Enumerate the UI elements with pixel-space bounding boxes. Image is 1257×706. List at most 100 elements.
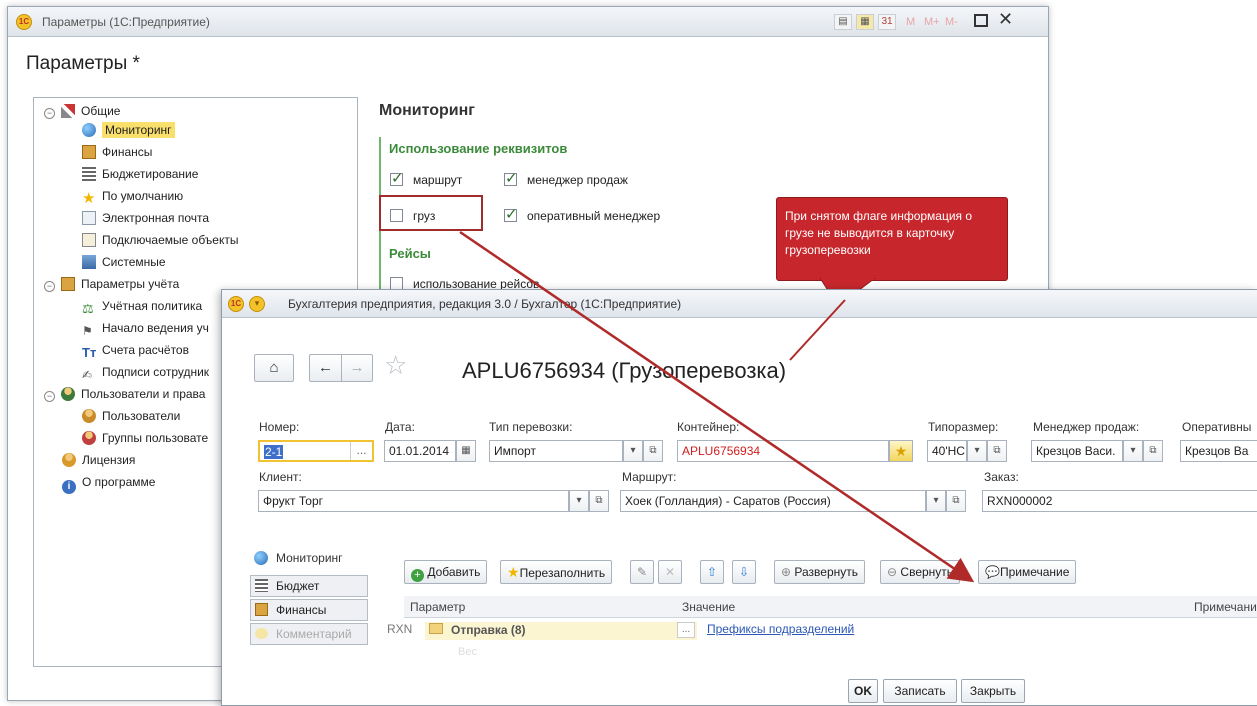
route-checkbox[interactable] [390,169,404,187]
table-row[interactable]: RXN Отправка (8) ... Префиксы подразделе… [387,620,1257,642]
tools-icon [61,104,75,118]
favorite-star-icon[interactable]: ☆ [384,350,407,381]
client-input[interactable]: Фрукт Торг [258,490,569,512]
expand-button[interactable]: ⊕ Развернуть [774,560,866,584]
tree-item-email[interactable]: Электронная почта [82,208,209,228]
open-icon[interactable]: ⧉ [1143,440,1163,462]
tree-item-user-groups[interactable]: Группы пользовате [82,428,208,448]
op-manager-select[interactable]: Крезцов Ва [1180,440,1257,462]
tab-budget[interactable]: Бюджет [250,575,368,597]
chevron-down-icon[interactable]: ▾ [1123,440,1143,462]
tree-item-policy[interactable]: ⚖ Учётная политика [82,296,202,316]
delete-icon[interactable]: ✕ [658,560,682,584]
op-manager-checkbox[interactable] [504,205,518,223]
row-select-button[interactable]: ... [677,622,695,638]
order-input[interactable]: RXN000002 [982,490,1257,512]
edit-icon[interactable]: ✎ [630,560,654,584]
open-icon[interactable]: ⧉ [643,440,663,462]
folder-icon [429,623,443,634]
tree-item-general[interactable]: − Общие [44,101,120,121]
memory-plus-button[interactable]: M+ [924,16,940,28]
row-group-label: Отправка (8) [451,623,526,637]
tree-item-users-rights[interactable]: − Пользователи и права [44,384,205,404]
collapse-icon[interactable]: − [44,108,55,119]
calculator-icon[interactable]: ▦ [856,14,874,30]
order-label: Заказ: [984,470,1019,484]
calendar-icon[interactable]: 31 [878,14,896,30]
expand-icon: ⊕ [781,565,792,579]
route-checkbox-row[interactable]: маршрут [390,169,462,187]
chevron-down-icon[interactable]: ▾ [623,440,643,462]
column-note: Примечание [1194,600,1257,614]
tree-item-signatures[interactable]: ✍ Подписи сотрудник [82,362,209,382]
size-select[interactable]: 40'HC [927,440,967,462]
row-group-cell[interactable]: Отправка (8) ... [425,622,697,640]
finance-icon [82,145,96,159]
forward-button[interactable]: → [341,354,373,382]
move-down-icon[interactable]: ⇩ [732,560,756,584]
move-up-icon[interactable]: ⇧ [700,560,724,584]
note-button[interactable]: 💬Примечание [978,560,1077,584]
refill-button[interactable]: ★Перезаполнить [500,560,613,584]
ok-button[interactable]: OK [848,679,878,703]
tree-item-plugins[interactable]: Подключаемые объекты [82,230,238,250]
transport-type-select[interactable]: Импорт [489,440,623,462]
accounts-icon: Тт [82,345,97,360]
tree-item-defaults[interactable]: ★ По умолчанию [82,186,183,206]
tree-item-accounting[interactable]: − Параметры учёта [44,274,179,294]
tree-item-start[interactable]: ⚑ Начало ведения уч [82,318,209,338]
calendar-icon[interactable]: ▦ [456,440,476,462]
chevron-down-icon[interactable]: ▾ [967,440,987,462]
sales-manager-checkbox-row[interactable]: менеджер продаж [504,169,628,187]
tab-comment[interactable]: Комментарий [250,623,368,645]
home-button[interactable]: ⌂ [254,354,294,382]
open-icon[interactable]: ⧉ [589,490,609,512]
route-input[interactable]: Хоек (Голландия) - Саратов (Россия) [620,490,926,512]
star-icon[interactable]: ★ [889,440,913,462]
menu-dropdown-icon[interactable]: ▾ [249,296,265,312]
group-title-attrs: Использование реквизитов [389,141,568,156]
save-icon[interactable]: ▤ [834,14,852,30]
container-input[interactable]: APLU6756934 [677,440,889,462]
add-button[interactable]: + Добавить [404,560,488,584]
tab-finance[interactable]: Финансы [250,599,368,621]
back-button[interactable]: ← [309,354,341,382]
op-manager-checkbox-row[interactable]: оперативный менеджер [504,205,660,223]
open-icon[interactable]: ⧉ [987,440,1007,462]
memory-minus-button[interactable]: M- [945,16,958,28]
chevron-down-icon[interactable]: ▾ [569,490,589,512]
open-icon[interactable]: ⧉ [946,490,966,512]
group-title-trips: Рейсы [389,246,431,261]
tree-item-accounts[interactable]: Тт Счета расчётов [82,340,189,360]
comment-icon [255,628,268,639]
collapse-button[interactable]: ⊖ Свернуть [880,560,961,584]
globe-icon [82,123,96,137]
params-heading: Параметры * [26,53,140,74]
tree-item-budget[interactable]: Бюджетирование [82,164,198,184]
tree-item-about[interactable]: iО программе [62,472,155,494]
collapse-icon[interactable]: − [44,391,55,402]
collapse-icon[interactable]: − [44,281,55,292]
cargo-highlight-frame [379,195,483,231]
row-value-link[interactable]: Префиксы подразделений [707,622,854,636]
size-label: Типоразмер: [928,420,999,434]
tree-item-users[interactable]: Пользователи [82,406,180,426]
date-input[interactable]: 01.01.2014 [384,440,456,462]
user-icon [82,409,96,423]
number-select-button[interactable]: ... [350,442,372,460]
chevron-down-icon[interactable]: ▾ [926,490,946,512]
tree-item-monitoring[interactable]: Мониторинг [82,120,175,140]
memory-m-button[interactable]: M [906,16,915,28]
close-icon[interactable]: ✕ [998,9,1013,30]
sales-manager-select[interactable]: Крезцов Васи. [1031,440,1123,462]
tab-monitoring[interactable]: Мониторинг [250,548,380,570]
sales-manager-checkbox[interactable] [504,169,518,187]
grid-header: Параметр Значение Примечание [404,596,1257,618]
tree-item-finance[interactable]: Финансы [82,142,152,162]
close-button[interactable]: Закрыть [961,679,1025,703]
save-button[interactable]: Записать [883,679,957,703]
tree-item-system[interactable]: Системные [82,252,166,272]
tree-item-license[interactable]: Лицензия [62,450,135,470]
sales-manager-label: Менеджер продаж: [1033,420,1140,434]
maximize-icon[interactable] [974,14,988,27]
